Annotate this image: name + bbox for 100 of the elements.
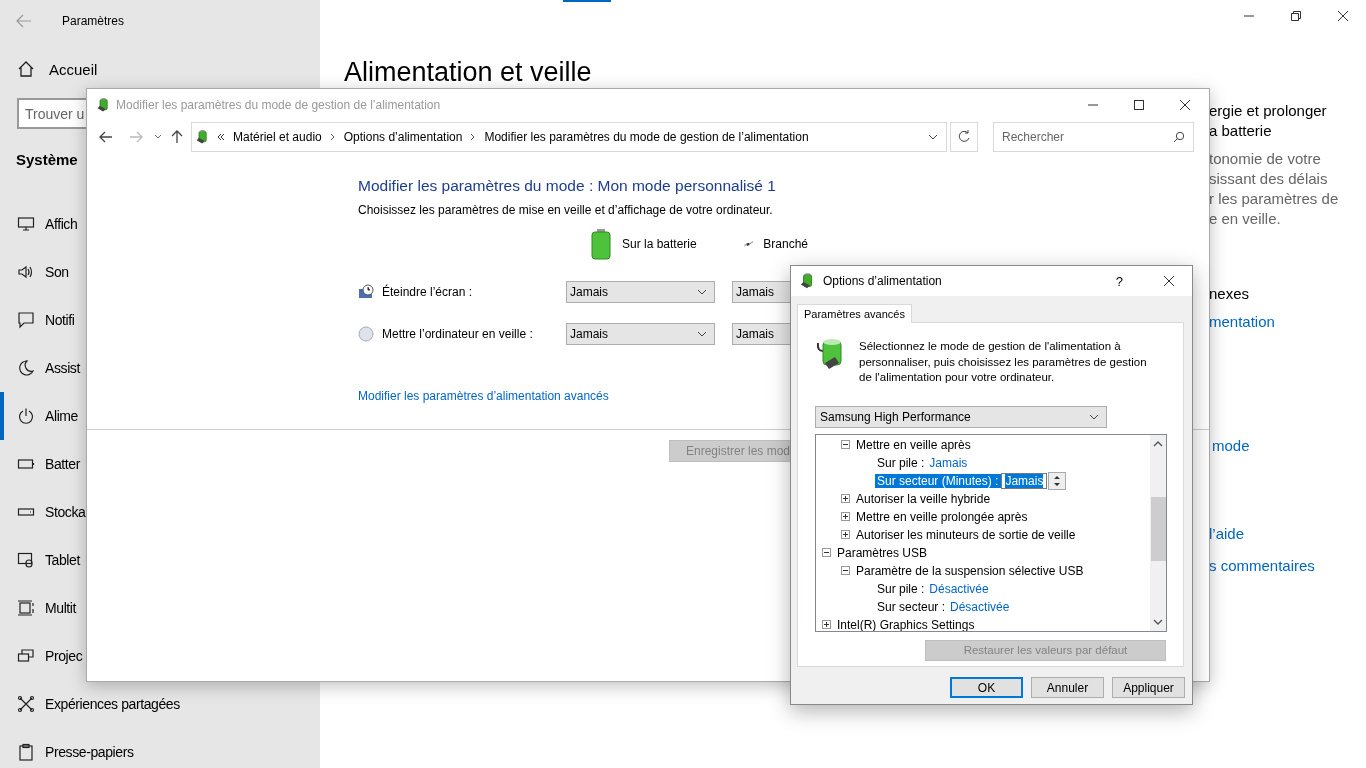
expand-icon[interactable]	[841, 512, 850, 521]
section-heading: nexes	[1209, 285, 1250, 302]
scrollbar-thumb[interactable]	[1150, 496, 1166, 561]
nav-item[interactable]: Assist	[0, 344, 80, 392]
setting-value[interactable]: Désactivée	[929, 581, 989, 596]
help-link[interactable]: l’aide	[1209, 525, 1245, 542]
minutes-field[interactable]: Jamais	[1001, 472, 1048, 489]
nav-item[interactable]: Projec	[0, 632, 83, 680]
power-icon	[17, 407, 35, 425]
clipboard-icon	[17, 743, 35, 761]
section-heading: ergie et prolonger a batterie	[1209, 101, 1328, 141]
expand-icon[interactable]	[841, 494, 850, 503]
nav-item[interactable]: Affich	[0, 200, 78, 248]
chevron-right-icon[interactable]	[470, 133, 477, 141]
nav-item[interactable]: Expériences partagées	[0, 680, 180, 728]
double-chevron-icon[interactable]	[217, 133, 225, 141]
related-link[interactable]: mentation	[1209, 313, 1275, 330]
tree-item[interactable]: Paramètres USB	[837, 545, 928, 560]
close-icon[interactable]	[1163, 275, 1175, 287]
chevron-right-icon[interactable]	[329, 133, 336, 141]
chevron-down-icon[interactable]	[928, 134, 938, 140]
collapse-icon[interactable]	[841, 566, 850, 575]
plan-heading: Modifier les paramètres du mode : Mon mode personnalisé 1	[358, 177, 776, 195]
advanced-settings-link[interactable]: Modifier les paramètres d’alimentation avancés	[358, 389, 609, 403]
close-icon[interactable]	[1179, 99, 1191, 111]
close-icon[interactable]	[1337, 10, 1349, 22]
app-title: Paramètres	[62, 14, 125, 28]
nav-item[interactable]: Notifi	[0, 296, 75, 344]
project-icon	[17, 647, 35, 665]
dialog-title: Options d’alimentation	[823, 274, 943, 288]
message-icon	[17, 311, 35, 329]
setting-label[interactable]: Sur secteur (Minutes) :	[875, 473, 1002, 488]
nav-item[interactable]: Tablet	[0, 536, 80, 584]
plan-dropdown[interactable]: Samsung High Performance	[815, 405, 1107, 428]
setting-value[interactable]: Désactivée	[950, 599, 1010, 614]
plan-subtitle: Choisissez les paramètres de mise en veille et d’affichage de votre ordinateur.	[358, 203, 773, 217]
scroll-up-icon[interactable]	[1153, 439, 1163, 447]
back-icon[interactable]	[99, 131, 113, 143]
breadcrumb-item[interactable]: Options d’alimentation	[341, 130, 465, 144]
search-field[interactable]: Trouver u	[17, 98, 86, 129]
tree-item[interactable]: Mettre en veille prolongée après	[856, 509, 1028, 524]
column-heading: Sur la batterie	[622, 237, 697, 251]
breadcrumb-item[interactable]: Matériel et audio	[231, 130, 324, 144]
clock-icon	[358, 284, 374, 300]
mode-link[interactable]: mode	[1212, 437, 1250, 454]
expand-icon[interactable]	[841, 530, 850, 539]
help-button[interactable]: ?	[1115, 273, 1123, 289]
expand-icon[interactable]	[822, 620, 831, 629]
dialog-button[interactable]: OK	[950, 677, 1023, 698]
tree-item[interactable]: Autoriser la veille hybride	[856, 491, 991, 506]
chevron-down-icon[interactable]	[697, 289, 707, 295]
collapse-icon[interactable]	[841, 440, 850, 449]
battery-icon	[590, 228, 612, 260]
dialog-button[interactable]: Annuler	[1031, 677, 1104, 698]
feedback-link[interactable]: s commentaires	[1209, 557, 1315, 574]
search-icon[interactable]	[1173, 131, 1185, 143]
tree-item[interactable]: Autoriser les minuteurs de sortie de veille	[856, 527, 1076, 542]
chevron-down-icon[interactable]	[697, 331, 707, 337]
multitask-icon	[17, 599, 35, 617]
column-heading: Branché	[763, 237, 808, 251]
monitor-icon	[17, 215, 35, 233]
nav-item[interactable]: Son	[0, 248, 69, 296]
tab[interactable]: Paramètres avancés	[797, 304, 912, 323]
spinner-icon[interactable]	[1048, 471, 1067, 490]
dropdown[interactable]: Jamais	[566, 281, 715, 303]
nav-item[interactable]: Multit	[0, 584, 77, 632]
address-bar[interactable]: Matériel et audio Options d’alimentation Modifier les paramètres du mode de gestion de l’alimentation	[191, 122, 947, 152]
setting-label[interactable]: Sur pile :	[875, 455, 928, 470]
home-icon	[17, 60, 35, 78]
chevron-down-icon[interactable]	[154, 134, 162, 140]
maximize-icon[interactable]	[1133, 99, 1145, 111]
up-icon[interactable]	[171, 130, 183, 144]
breadcrumb-item[interactable]: Modifier les paramètres du mode de gestion de l’alimentation	[482, 130, 811, 144]
scrollbar[interactable]	[1150, 434, 1166, 631]
dialog-button[interactable]: Appliquer	[1112, 677, 1185, 698]
nav-item[interactable]: Presse-papiers	[0, 728, 134, 768]
dialog-description: Sélectionnez le mode de gestion de l'alimentation à personnaliser, puis choisissez les paramètres de gestion de l'alimentation pour votre ordinateur.	[859, 339, 1148, 385]
nav-item[interactable]: Stocka	[0, 488, 86, 536]
tablet-icon	[17, 551, 35, 569]
setting-label[interactable]: Sur secteur :	[875, 599, 949, 614]
tree-item[interactable]: Mettre en veille après	[856, 437, 971, 452]
setting-label[interactable]: Sur pile :	[875, 581, 928, 596]
search-field[interactable]: Rechercher	[993, 122, 1194, 152]
page-title: Alimentation et veille	[344, 57, 593, 88]
scroll-down-icon[interactable]	[1153, 618, 1163, 626]
dropdown[interactable]: Jamais	[566, 323, 715, 345]
restore-icon[interactable]	[1290, 10, 1302, 22]
tree-item[interactable]: Paramètre de la suspension sélective USB	[856, 563, 1084, 578]
sound-icon	[17, 263, 35, 281]
collapse-icon[interactable]	[822, 548, 831, 557]
setting-label: Éteindre l’écran :	[382, 285, 473, 299]
tree-item[interactable]: Intel(R) Graphics Settings	[837, 617, 975, 631]
refresh-icon[interactable]	[950, 122, 978, 152]
setting-value[interactable]: Jamais	[929, 455, 968, 470]
home-link[interactable]: Accueil	[49, 60, 98, 78]
share-icon	[17, 695, 35, 713]
setting-label: Mettre l’ordinateur en veille :	[382, 327, 533, 341]
nav-item[interactable]: Batter	[0, 440, 80, 488]
nav-item[interactable]: Alime	[0, 392, 78, 440]
chevron-down-icon[interactable]	[1089, 413, 1099, 420]
